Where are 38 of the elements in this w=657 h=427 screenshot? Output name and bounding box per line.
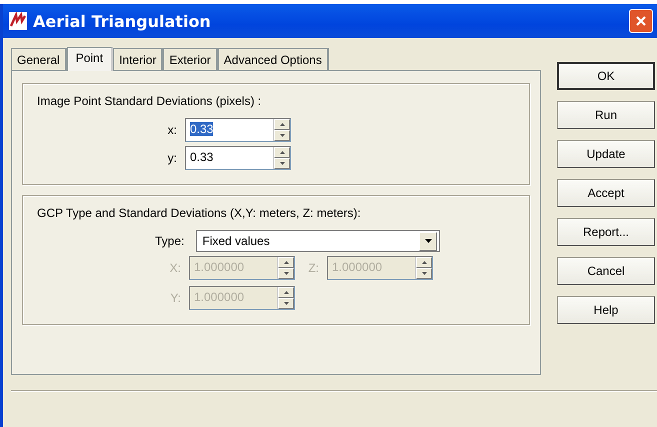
dialog-button[interactable]: Run	[557, 101, 655, 129]
close-button[interactable]	[629, 9, 653, 33]
tab[interactable]: Exterior	[163, 48, 218, 70]
close-icon[interactable]	[635, 15, 647, 27]
field-label: y:	[166, 151, 177, 165]
dialog-button[interactable]: Update	[557, 140, 655, 168]
tab[interactable]: Interior	[113, 48, 164, 70]
down-arrow-icon[interactable]	[422, 272, 426, 275]
spin-field[interactable]: 0.33	[185, 118, 291, 142]
group-title: GCP Type and Standard Deviations (X,Y: meters, Z: meters):	[37, 206, 361, 220]
up-arrow-icon[interactable]	[284, 261, 288, 264]
tab[interactable]: Advanced Options	[218, 48, 329, 70]
dialog-button[interactable]: Help	[557, 296, 655, 324]
spin-field[interactable]: 0.33	[185, 146, 291, 170]
window-title: Aerial Triangulation	[33, 12, 212, 30]
up-arrow-icon[interactable]	[422, 261, 426, 264]
down-arrow-icon[interactable]	[280, 162, 284, 165]
field-label: Y:	[169, 291, 181, 305]
app-logo-icon	[9, 12, 27, 30]
tab[interactable]: General	[11, 48, 67, 70]
down-arrow-icon[interactable]	[280, 134, 284, 137]
type-dropdown[interactable]: Fixed values	[196, 230, 440, 252]
tab[interactable]: Point	[66, 47, 114, 71]
down-arrow-icon[interactable]	[284, 302, 288, 305]
field-label: x:	[166, 123, 177, 137]
group-title: Image Point Standard Deviations (pixels) :	[37, 94, 262, 108]
dialog-button[interactable]: Accept	[557, 179, 655, 207]
field-label: X:	[168, 261, 181, 275]
dialog-button[interactable]: Report...	[557, 218, 655, 246]
dropdown-arrow-icon[interactable]	[424, 239, 432, 243]
up-arrow-icon[interactable]	[284, 291, 288, 294]
type-label: Type:	[155, 234, 184, 248]
up-arrow-icon[interactable]	[280, 151, 284, 154]
field-label: Z:	[307, 261, 319, 275]
up-arrow-icon[interactable]	[280, 123, 284, 126]
down-arrow-icon[interactable]	[284, 272, 288, 275]
dialog-button[interactable]: Cancel	[557, 257, 655, 285]
dialog-button[interactable]: OK	[557, 62, 655, 90]
